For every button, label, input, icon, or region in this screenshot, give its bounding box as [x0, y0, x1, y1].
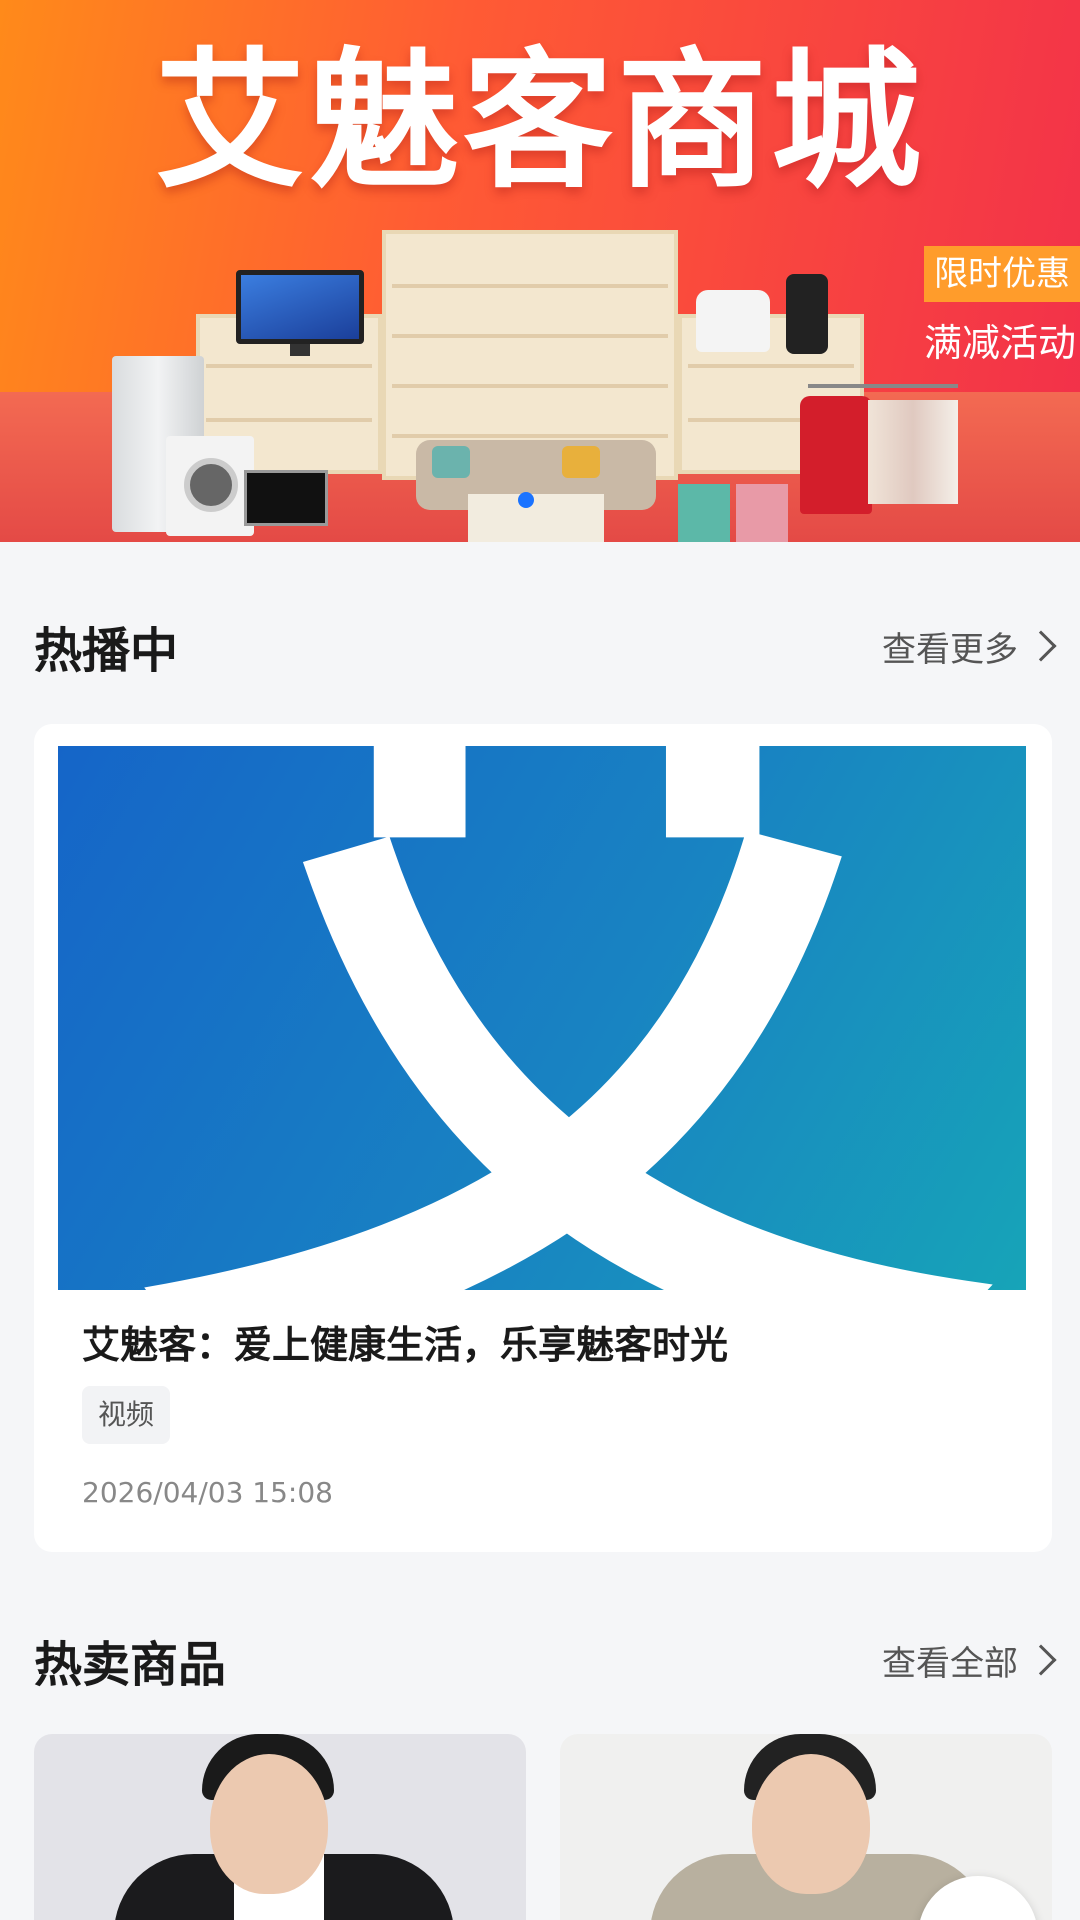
products-section-header: 热卖商品 查看全部 [34, 1630, 1057, 1693]
pillow-image [562, 446, 600, 478]
laptop-image [244, 470, 328, 526]
pillow-image [432, 446, 470, 478]
section-title: 热卖商品 [34, 1637, 227, 1693]
product-image-detail [752, 1754, 870, 1894]
view-more-link[interactable]: 查看更多 [882, 622, 1057, 671]
video-title: 艾魅客：爱上健康生活，乐享魅客时光 [82, 1323, 729, 1367]
product-image-detail [210, 1754, 328, 1894]
video-card[interactable]: 艾 艾魅客：爱上健康生活，乐享魅客时光 视频 2026/04/03 15:08 [34, 724, 1052, 1552]
view-more-label: 查看更多 [882, 629, 1018, 670]
monitor-image [236, 270, 364, 344]
view-all-label: 查看全部 [882, 1643, 1018, 1684]
heater-image [786, 274, 828, 354]
video-cover[interactable]: 艾 [58, 746, 1026, 1290]
fab-icon: ▁▁ [952, 1888, 1014, 1920]
washer-door [184, 458, 238, 512]
clothes-image [868, 400, 958, 504]
view-all-link[interactable]: 查看全部 [882, 1636, 1057, 1685]
cabinet-image [736, 484, 788, 542]
rice-cooker-image [696, 290, 770, 352]
monitor-stand [290, 344, 310, 356]
chevron-right-icon [1025, 630, 1057, 662]
promo-text: 满减活动 [923, 321, 1076, 365]
brand-logo-glyph: 艾 [128, 746, 1008, 1290]
cabinet-image [678, 484, 730, 542]
table-image [468, 494, 604, 542]
section-title: 热播中 [34, 623, 179, 679]
chevron-right-icon [1025, 1644, 1057, 1676]
red-coat-image [800, 396, 872, 514]
carousel-indicator-dot[interactable] [518, 492, 534, 508]
banner-title: 艾魅客商城 [154, 35, 925, 209]
video-timestamp: 2026/04/03 15:08 [82, 1476, 333, 1509]
clothes-rack [808, 384, 958, 388]
product-card[interactable] [34, 1734, 526, 1920]
promo-banner[interactable]: 艾魅客商城 限时优惠 满减活动 [0, 0, 1080, 542]
video-tag: 视频 [82, 1386, 171, 1444]
hot-section-header: 热播中 查看更多 [34, 616, 1057, 679]
promo-tag: 限时优惠 [924, 246, 1080, 302]
